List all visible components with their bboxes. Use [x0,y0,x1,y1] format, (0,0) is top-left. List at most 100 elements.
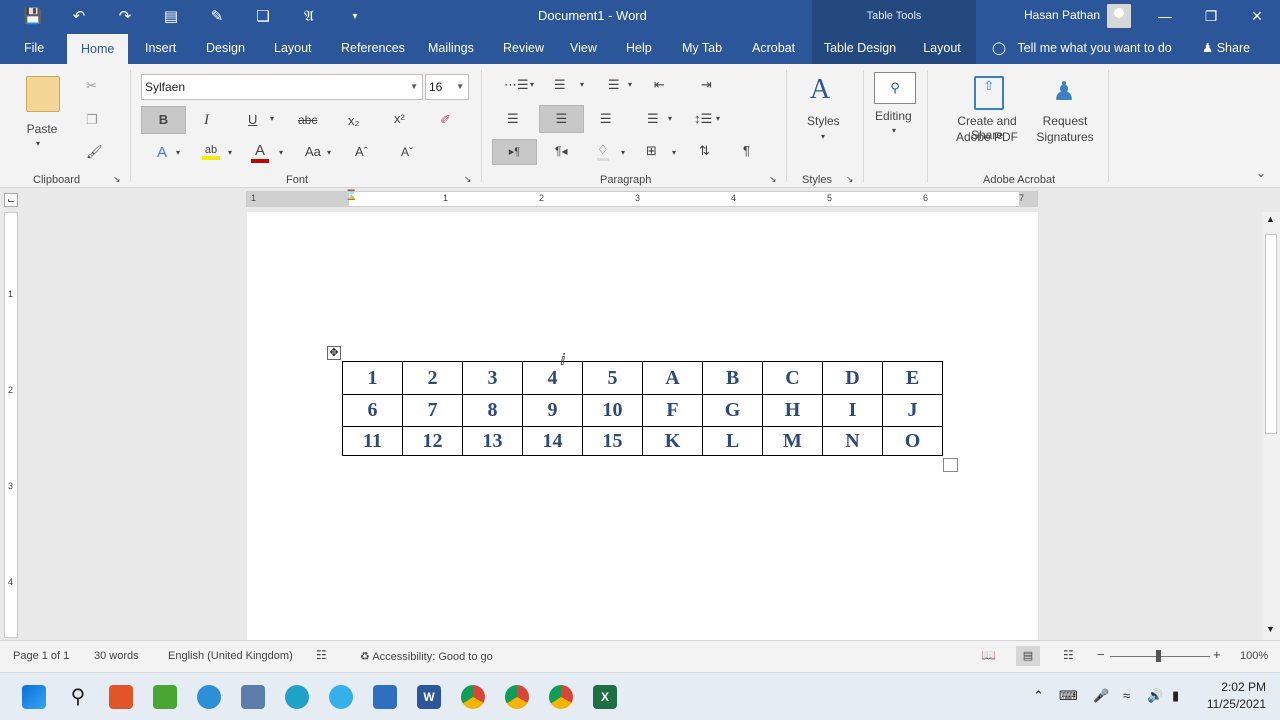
web-layout-icon[interactable]: ☷ [1063,648,1074,662]
tab-view[interactable]: View [570,32,597,64]
font-size-field[interactable]: 16 ▼ [425,74,469,100]
tab-review[interactable]: Review [503,32,544,64]
table-cell[interactable]: 2 [402,361,463,395]
align-center-icon[interactable]: ☰ [539,105,584,133]
scroll-up-icon[interactable]: ▲ [1266,214,1275,224]
chevron-down-icon[interactable]: ▼ [410,75,418,99]
shading-icon[interactable]: ♢ [597,142,609,161]
indent-marker-icon[interactable]: ⌛ [345,190,357,201]
italic-button[interactable]: I [204,112,209,129]
paste-icon[interactable] [26,76,60,112]
zoom-in-icon[interactable]: + [1213,647,1221,662]
tab-selector[interactable]: ⌙ [4,193,18,207]
shrink-font-icon[interactable]: Aˇ [401,145,413,159]
font-launcher-icon[interactable]: ↘ [464,174,472,185]
tab-file[interactable]: File [24,32,44,64]
zoom-slider-thumb[interactable] [1156,650,1161,662]
request-signatures-icon[interactable]: ♟ [1046,76,1082,107]
word-icon[interactable]: W [417,685,441,709]
vertical-scrollbar[interactable]: ▲ ▼ [1262,212,1280,640]
rtl-direction-icon[interactable]: ¶◂ [555,144,567,158]
chevron-down-icon[interactable]: ▾ [668,114,672,123]
chevron-down-icon[interactable]: ▾ [530,80,534,89]
table-cell[interactable]: 8 [462,394,523,427]
ltr-direction-icon[interactable]: ▸¶ [492,139,537,165]
table-cell[interactable]: 13 [462,426,523,456]
windows-start-icon[interactable] [22,685,46,709]
tab-my-tab[interactable]: My Tab [682,32,722,64]
table-cell[interactable]: 15 [582,426,643,456]
zoom-level[interactable]: 100% [1240,650,1268,662]
tab-table-layout[interactable]: Layout [908,32,976,64]
table-resize-handle[interactable] [943,458,958,472]
numbering-icon[interactable]: ☰ [554,77,566,93]
table-cell[interactable]: 6 [342,394,403,427]
microphone-icon[interactable]: 🎤 [1093,688,1109,704]
tab-references[interactable]: References [341,32,405,64]
scroll-down-icon[interactable]: ▼ [1266,624,1275,634]
bold-button[interactable]: B [141,106,186,134]
show-formatting-icon[interactable]: ¶ [743,143,750,158]
table-cell[interactable]: C [762,361,823,395]
table-cell[interactable]: 5 [582,361,643,395]
chevron-down-icon[interactable]: ▼ [456,75,464,99]
share-button[interactable]: ♟ Share [1202,32,1250,64]
chevron-down-icon[interactable]: ▾ [580,80,584,89]
chrome-icon[interactable] [505,685,529,709]
paragraph-launcher-icon[interactable]: ↘ [769,174,777,185]
tab-help[interactable]: Help [626,32,652,64]
close-button[interactable]: ✕ [1234,0,1280,32]
table-cell[interactable]: 14 [522,426,583,456]
undo-icon[interactable]: ↶ [56,7,102,25]
justify-icon[interactable]: ☰ [647,111,659,127]
chevron-down-icon[interactable]: ▾ [628,80,632,89]
adobe-pdf-label[interactable]: Adobe PDF [940,130,1034,144]
wifi-icon[interactable]: ≈ [1123,688,1130,703]
accessibility-status[interactable]: ♻ Accessibility: Good to go [360,650,493,663]
table-move-handle-icon[interactable]: ✥ [327,346,341,360]
customize-qat-icon[interactable]: ▾ [332,11,378,22]
chrome-icon[interactable] [549,685,573,709]
table-cell[interactable]: I [822,394,883,427]
highlight-icon[interactable]: ab [202,144,220,160]
battery-icon[interactable]: ▮ [1172,688,1179,704]
notepad-icon[interactable] [373,685,397,709]
table-cell[interactable]: 3 [462,361,523,395]
user-name[interactable]: Hasan Pathan [1024,8,1100,22]
restore-button[interactable]: ❐ [1188,0,1234,32]
tab-layout[interactable]: Layout [274,32,312,64]
table-cell[interactable]: F [642,394,703,427]
chevron-down-icon[interactable]: ▾ [270,114,274,123]
table-cell[interactable]: H [762,394,823,427]
chevron-down-icon[interactable]: ▾ [176,148,180,157]
speaker-icon[interactable]: 🔊 [1147,688,1163,704]
table-cell[interactable]: M [762,426,823,456]
superscript-button[interactable]: x² [394,111,405,126]
table-cell[interactable]: 4 [522,361,583,395]
table-cell[interactable]: 9 [522,394,583,427]
chevron-down-icon[interactable]: ▾ [672,148,676,157]
page-count[interactable]: Page 1 of 1 [13,650,69,662]
font-color-icon[interactable]: A [251,142,269,163]
subscript-button[interactable]: x₂ [348,113,360,128]
document-table[interactable]: 1 2 3 4 5 A B C D E 6 7 8 9 10 F G H I J 11 12 13 14 15 K L M N O [342,361,943,456]
redo-icon[interactable]: ↷ [102,7,148,25]
copy-icon[interactable]: ❐ [86,112,98,128]
styles-icon[interactable]: A [810,74,830,106]
print-layout-icon[interactable]: ▤ [1016,646,1040,666]
table-cell[interactable]: D [822,361,883,395]
save-icon[interactable]: 💾 [10,7,56,25]
edge-icon[interactable] [197,685,221,709]
screen-icon[interactable]: ▤ [148,7,194,25]
chevron-down-icon[interactable]: ▾ [279,148,283,157]
avatar[interactable] [1107,4,1131,28]
search-icon[interactable]: ⚲ [874,72,916,104]
table-cell[interactable]: K [642,426,703,456]
multilevel-list-icon[interactable]: ☰ [608,77,620,93]
editing-label[interactable]: Editing [875,109,912,123]
clock[interactable]: 2:02 PM 11/25/2021 [1198,679,1266,713]
excel-icon[interactable]: X [593,685,617,709]
align-right-icon[interactable]: ☰ [600,111,612,127]
change-case-icon[interactable]: Aa [305,144,321,159]
text-effects-icon[interactable]: A [157,144,167,161]
